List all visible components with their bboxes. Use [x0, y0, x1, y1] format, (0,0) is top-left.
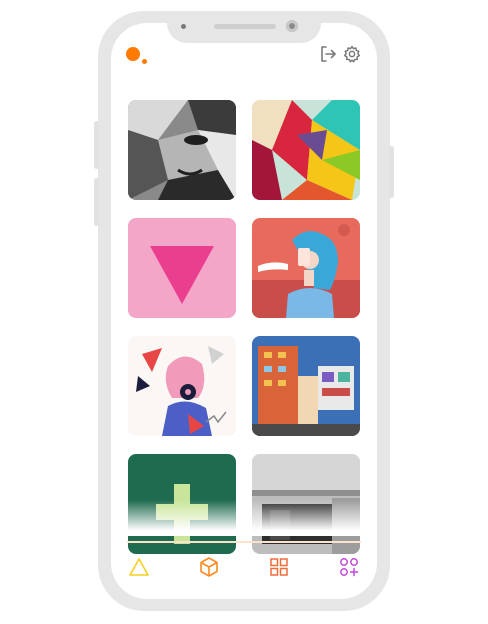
phone-power-button [389, 146, 394, 198]
gallery-item[interactable] [252, 218, 360, 318]
selfie-illustration-image [252, 218, 360, 318]
pink-triangle-image [128, 218, 236, 318]
nav-item-triangle[interactable] [128, 556, 150, 578]
nav-divider [127, 541, 361, 543]
logout-icon[interactable] [319, 45, 337, 63]
phone-side-button [94, 178, 99, 226]
gallery-item[interactable] [252, 336, 360, 436]
gallery-item[interactable] [128, 218, 236, 318]
nav-item-apps[interactable] [338, 556, 360, 578]
nav-item-cube[interactable] [198, 556, 220, 578]
camera-girl-illustration-image [128, 336, 236, 436]
earpiece-speaker [214, 24, 276, 29]
app-logo-dot [142, 59, 147, 64]
grid-icon [270, 558, 288, 576]
app-logo[interactable] [126, 47, 140, 61]
gallery-item[interactable] [128, 100, 236, 200]
gallery-item[interactable] [252, 100, 360, 200]
nav-item-grid[interactable] [268, 556, 290, 578]
gallery-fade-overlay [111, 500, 377, 536]
triangle-icon [129, 558, 149, 576]
front-camera [286, 20, 298, 32]
cube-icon [200, 557, 218, 577]
colorful-building-image [252, 336, 360, 436]
gear-icon[interactable] [343, 45, 361, 63]
monochrome-portrait-image [128, 100, 236, 200]
colorful-abstract-image [252, 100, 360, 200]
sensor-dot [181, 24, 186, 29]
apps-add-icon [340, 558, 359, 577]
phone-side-button [94, 121, 99, 169]
gallery-item[interactable] [128, 336, 236, 436]
